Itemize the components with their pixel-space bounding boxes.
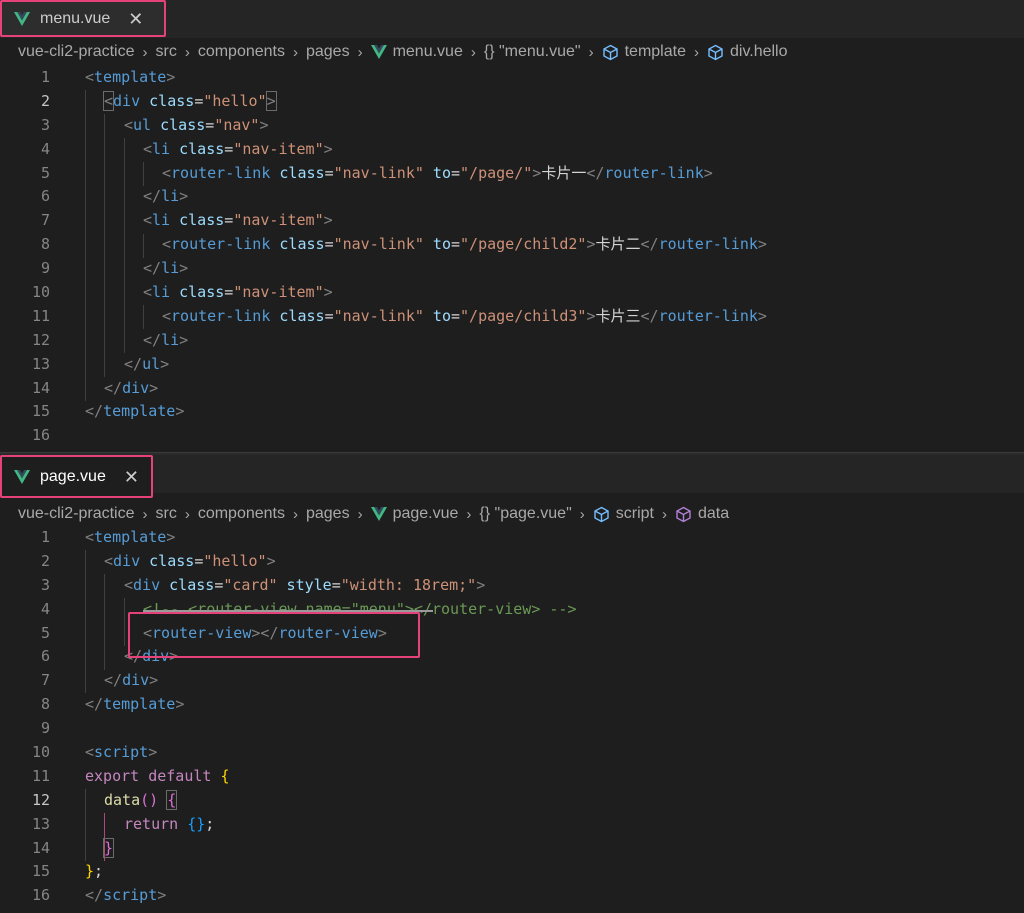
indent-guide — [143, 305, 144, 329]
tab-bar: page.vue ✕ — [0, 455, 1024, 498]
breadcrumb-item[interactable]: pages — [306, 43, 350, 61]
breadcrumb-item[interactable]: div.hello — [707, 43, 788, 61]
indent-guide — [124, 598, 125, 646]
breadcrumb-item[interactable]: vue-cli2-practice — [18, 505, 134, 523]
breadcrumb: vue-cli2-practice › src › components › page… — [18, 38, 788, 66]
symbol-structure-icon — [708, 44, 723, 60]
indent-guide — [85, 789, 86, 861]
breadcrumb-item[interactable]: script — [593, 505, 654, 523]
breadcrumb-item[interactable]: components — [198, 43, 285, 61]
symbol-method-icon — [676, 506, 691, 522]
tab-menu-vue[interactable]: menu.vue ✕ — [0, 0, 166, 37]
indent-guide — [124, 138, 125, 353]
chevron-right-icon: › — [588, 43, 594, 61]
chevron-right-icon: › — [184, 505, 190, 523]
breadcrumb-item[interactable]: data — [675, 505, 729, 523]
chevron-right-icon: › — [142, 43, 148, 61]
breadcrumb-item[interactable]: {} "page.vue" — [479, 505, 571, 523]
indent-guide — [104, 114, 105, 377]
vue-file-icon — [14, 469, 30, 484]
chevron-right-icon: › — [661, 505, 667, 523]
indent-guide — [143, 162, 144, 186]
breadcrumb-item[interactable]: vue-cli2-practice — [18, 43, 134, 61]
tab-title: page.vue — [40, 467, 106, 485]
vue-file-icon — [370, 45, 387, 59]
breadcrumb-item[interactable]: {} "menu.vue" — [484, 43, 581, 61]
editor-pane-page: page.vue ✕ vue-cli2-practice › src › compo… — [0, 455, 1024, 913]
close-icon[interactable]: ✕ — [124, 468, 139, 486]
breadcrumb-item[interactable]: src — [155, 505, 176, 523]
chevron-right-icon: › — [693, 43, 699, 61]
breadcrumb-item[interactable]: page.vue — [370, 505, 458, 523]
strikethrough-mark — [143, 609, 433, 612]
tab-title: menu.vue — [40, 9, 111, 27]
breadcrumb-item[interactable]: template — [602, 43, 686, 61]
close-icon[interactable]: ✕ — [128, 10, 143, 28]
tab-bar: menu.vue ✕ — [0, 0, 1024, 38]
indent-guide — [85, 550, 86, 693]
breadcrumb: vue-cli2-practice › src › components › page… — [18, 500, 729, 528]
symbol-structure-icon — [602, 44, 618, 60]
chevron-right-icon: › — [292, 505, 298, 523]
indent-guide — [85, 90, 86, 401]
breadcrumb-item[interactable]: menu.vue — [370, 43, 463, 61]
chevron-right-icon: › — [470, 43, 476, 61]
chevron-right-icon: › — [357, 43, 363, 61]
indent-guide — [104, 574, 105, 670]
tab-page-vue[interactable]: page.vue ✕ — [0, 455, 153, 498]
chevron-right-icon: › — [292, 43, 298, 61]
chevron-right-icon: › — [184, 43, 190, 61]
editor-pane-menu: menu.vue ✕ vue-cli2-practice › src › compo… — [0, 0, 1024, 452]
chevron-right-icon: › — [357, 505, 363, 523]
breadcrumb-item[interactable]: components — [198, 505, 285, 523]
chevron-right-icon: › — [579, 505, 585, 523]
vue-file-icon — [14, 11, 30, 26]
vue-file-icon — [370, 507, 387, 521]
breadcrumb-item[interactable]: src — [155, 43, 176, 61]
chevron-right-icon: › — [142, 505, 148, 523]
breadcrumb-item[interactable]: pages — [306, 505, 350, 523]
indent-guide — [143, 234, 144, 258]
symbol-structure-icon — [594, 506, 609, 522]
chevron-right-icon: › — [466, 505, 472, 523]
